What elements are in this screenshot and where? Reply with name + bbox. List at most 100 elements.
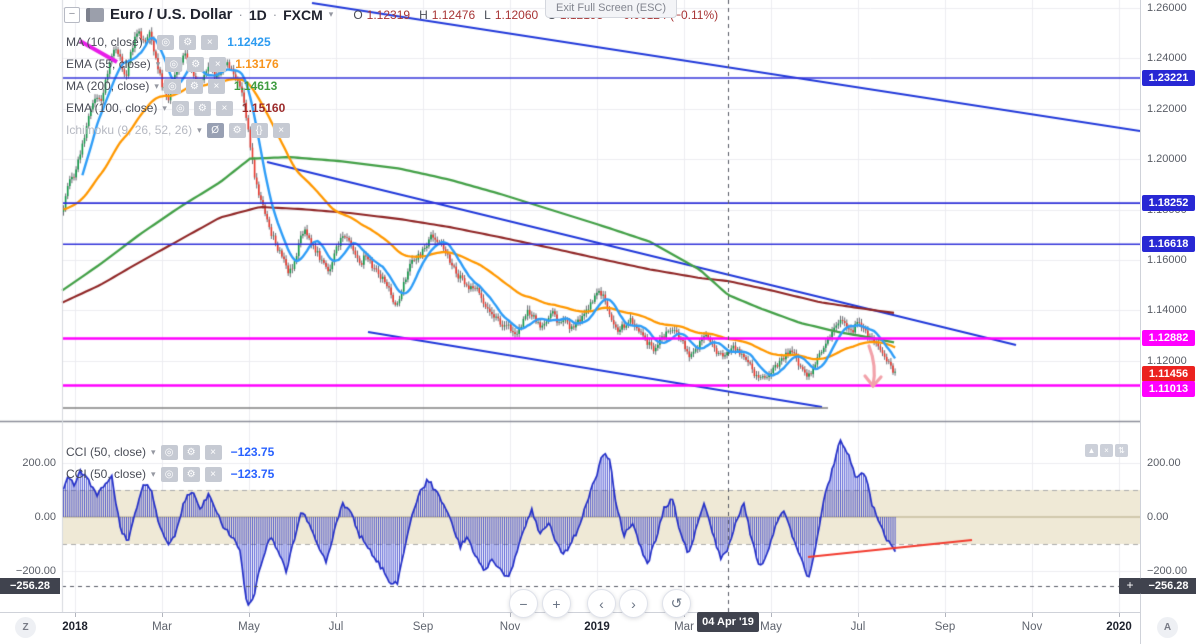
timezone-button[interactable]: Z [15,617,36,638]
time-axis-label: Sep [412,621,434,633]
chevron-down-icon[interactable]: ▾ [151,469,156,480]
eye-icon[interactable]: ◎ [157,34,175,50]
close-icon[interactable]: × [204,466,222,482]
symbol-title[interactable]: Euro / U.S. Dollar [110,6,233,23]
pane-move-up-button[interactable]: ▲ [1085,444,1098,457]
cci-tick-right: 200.00 [1147,457,1181,469]
close-icon[interactable]: × [209,56,227,72]
close-icon[interactable]: × [201,34,219,50]
time-axis-label: Jul [328,621,344,633]
time-axis-label: Jul [850,621,866,633]
indicator-row-ichimoku: Ichimoku (9, 26, 52, 26) ▾ Ø ⚙ {} × [66,121,290,139]
indicator-label[interactable]: MA (10, close) [66,35,143,49]
indicator-label[interactable]: CCI (50, close) [66,467,146,481]
eye-icon[interactable]: ◎ [160,466,178,482]
scroll-left-button[interactable]: ‹ [587,589,616,618]
indicator-value: 1.12425 [227,35,271,49]
time-axis-label: 2020 [1106,621,1132,633]
zoom-in-button[interactable]: + [542,589,571,618]
open-label: O [353,7,363,22]
time-tick-mark [162,613,163,617]
cci-tick-left: −200.00 [15,565,56,577]
eye-icon[interactable]: ◎ [160,444,178,460]
chevron-down-icon[interactable]: ▾ [151,447,156,458]
close-icon[interactable]: × [204,444,222,460]
indicator-label[interactable]: EMA (55, close) [66,57,151,71]
indicator-label[interactable]: Ichimoku (9, 26, 52, 26) [66,123,192,137]
price-tick: 1.14000 [1147,304,1187,317]
braces-icon[interactable]: {} [250,122,268,138]
pane-controls: ▲ × ⇅ [1085,444,1128,457]
indicator-value: 1.13176 [235,57,279,71]
chevron-down-icon[interactable]: ▾ [162,103,167,114]
price-tick: 1.20000 [1147,153,1187,166]
indicator-label[interactable]: MA (200, close) [66,79,149,93]
cci-tick-left: 0.00 [34,511,56,523]
indicator-row-ema100: EMA (100, close) ▾ ◎ ⚙ × 1.15160 [66,99,285,117]
time-tick-mark [1032,613,1033,617]
time-axis-label: Sep [934,621,956,633]
chevron-down-icon[interactable]: ▾ [329,9,334,20]
time-tick-mark [336,613,337,617]
price-badge: 1.12882 [1142,330,1195,347]
cci-row-2: CCI (50, close) ▾ ◎ ⚙ × −123.75 [66,465,274,483]
indicator-row-ema55: EMA (55, close) ▾ ◎ ⚙ × 1.13176 [66,55,279,73]
gear-icon[interactable]: ⚙ [228,122,246,138]
chevron-down-icon[interactable]: ▾ [156,59,161,70]
time-tick-mark [75,613,76,617]
time-tick-mark [771,613,772,617]
price-tick: 1.12000 [1147,354,1187,367]
auto-scale-button[interactable]: A [1157,617,1178,638]
indicator-label[interactable]: CCI (50, close) [66,445,146,459]
cci-row-1: CCI (50, close) ▾ ◎ ⚙ × −123.75 [66,443,274,461]
time-axis-label: Nov [499,621,521,633]
reset-chart-button[interactable]: ↺ [662,589,691,618]
cci-tick-right: 0.00 [1147,511,1169,523]
indicator-row-ma200: MA (200, close) ▾ ◎ ⚙ × 1.14613 [66,77,277,95]
exchange-label[interactable]: FXCM [283,7,323,23]
close-icon[interactable]: × [272,122,290,138]
time-tick-mark [510,613,511,617]
pane-close-button[interactable]: × [1100,444,1113,457]
gear-icon[interactable]: ⚙ [182,444,200,460]
gear-icon[interactable]: ⚙ [193,100,211,116]
eye-icon[interactable]: ◎ [165,56,183,72]
price-badge: 1.11013 [1142,381,1195,398]
low-value: 1.12060 [494,7,539,22]
pane-maximize-button[interactable]: ⇅ [1115,444,1128,457]
gear-icon[interactable]: ⚙ [179,34,197,50]
eye-off-icon[interactable]: Ø [206,122,224,138]
cci-tick-left: 200.00 [22,457,56,469]
price-tick: 1.16000 [1147,253,1187,266]
low-label: L [484,7,491,22]
indicator-value: −123.75 [230,445,275,459]
time-axis-label: Mar [152,621,172,633]
cci-crosshair-value-left: −256.28 [0,578,60,595]
close-icon[interactable]: × [215,100,233,116]
price-tick: 1.24000 [1147,52,1187,65]
time-tick-mark [1119,613,1120,617]
price-badge: 1.11456 [1142,366,1195,383]
gear-icon[interactable]: ⚙ [187,56,205,72]
chevron-down-icon[interactable]: ▾ [148,37,153,48]
eye-icon[interactable]: ◎ [171,100,189,116]
time-axis-label: May [760,621,782,633]
chevron-down-icon[interactable]: ▾ [197,125,202,136]
zoom-out-button[interactable]: − [509,589,538,618]
indicator-label[interactable]: EMA (100, close) [66,101,157,115]
price-axis[interactable]: 1.260001.240001.220001.200001.180001.160… [1140,0,1196,644]
high-value: 1.12476 [431,7,476,22]
symbol-separator: · [272,7,278,22]
cci-crosshair-value-right: −256.28 [1141,578,1196,595]
gear-icon[interactable]: ⚙ [182,466,200,482]
cci-tick-right: −200.00 [1147,565,1188,577]
chevron-down-icon[interactable]: ▾ [154,81,159,92]
close-icon[interactable]: × [207,78,225,94]
interval-label[interactable]: 1D [249,7,267,23]
scroll-right-button[interactable]: › [619,589,648,618]
legend-collapse-button[interactable]: − [64,6,80,23]
eye-icon[interactable]: ◎ [163,78,181,94]
gear-icon[interactable]: ⚙ [185,78,203,94]
add-alert-plus-icon[interactable]: + [1119,578,1141,595]
time-tick-mark [423,613,424,617]
